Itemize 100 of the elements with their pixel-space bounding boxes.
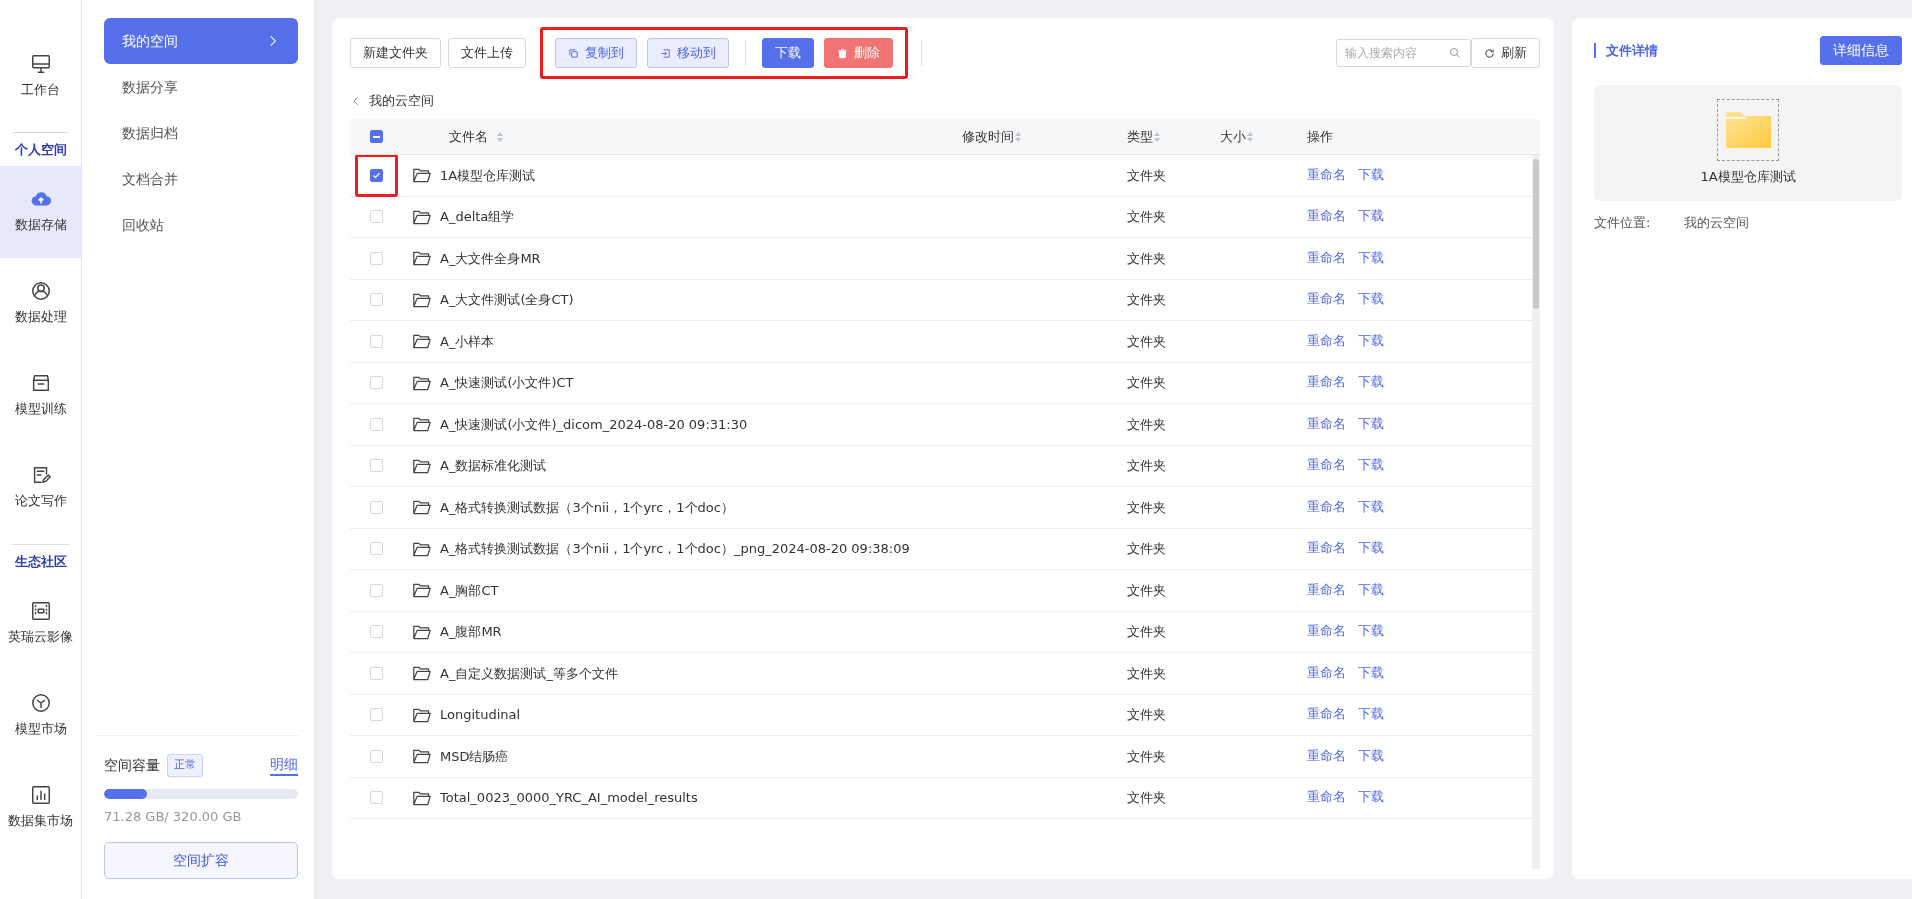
action-link[interactable]: 下载 (1358, 746, 1384, 766)
file-type: 文件夹 (1127, 458, 1166, 473)
file-name[interactable]: Longitudinal (440, 705, 521, 725)
file-name[interactable]: A_格式转换测试数据（3个nii，1个yrc，1个doc）_png_2024-08-20 09:38:09 (440, 539, 910, 559)
action-link[interactable]: 重命名 (1307, 290, 1346, 310)
nav-item[interactable]: 数据集市场 (0, 761, 81, 854)
folder-icon (412, 498, 432, 517)
action-link[interactable]: 下载 (1358, 705, 1384, 725)
action-link[interactable]: 重命名 (1307, 622, 1346, 642)
file-type: 文件夹 (1127, 375, 1166, 390)
panel-title: 文件详情 (1594, 43, 1658, 58)
folder-icon (412, 581, 432, 600)
search-field[interactable]: 输入搜索内容 (1335, 39, 1471, 67)
action-link[interactable]: 重命名 (1307, 497, 1346, 517)
refresh-button[interactable]: 刷新 (1471, 38, 1540, 68)
file-name[interactable]: 1A模型仓库测试 (440, 165, 536, 185)
file-name[interactable]: A_快速测试(小文件)CT (440, 373, 574, 393)
menu-item[interactable]: 回收站 (104, 202, 298, 248)
action-link[interactable]: 下载 (1358, 331, 1384, 351)
file-name[interactable]: A_数据标准化测试 (440, 456, 547, 476)
row-checkbox[interactable] (369, 168, 383, 182)
toolbar-button[interactable]: 新建文件夹 (350, 38, 441, 68)
file-name[interactable]: A_delta组学 (440, 207, 515, 227)
action-link[interactable]: 重命名 (1307, 165, 1346, 185)
file-type: 文件夹 (1127, 250, 1166, 266)
action-link[interactable]: 重命名 (1307, 373, 1346, 393)
action-link[interactable]: 重命名 (1307, 248, 1346, 268)
action-link[interactable]: 下载 (1358, 788, 1384, 808)
file-name[interactable]: MSD结肠癌 (440, 746, 509, 766)
action-link[interactable]: 重命名 (1307, 414, 1346, 434)
detail-info-button[interactable]: 详细信息 (1820, 36, 1902, 65)
file-name[interactable]: A_大文件测试(全身CT) (440, 290, 574, 310)
file-name[interactable]: A_腹部MR (440, 622, 502, 642)
action-link[interactable]: 下载 (1358, 539, 1384, 559)
check-icon (371, 170, 381, 180)
file-type: 文件夹 (1127, 582, 1166, 598)
toolbar-button[interactable]: 复制到 (555, 38, 637, 68)
file-type: 文件夹 (1127, 541, 1166, 556)
action-link[interactable]: 重命名 (1307, 456, 1346, 476)
folder-icon (412, 747, 432, 766)
file-type: 文件夹 (1127, 499, 1166, 515)
nav-item[interactable]: 模型市场 (0, 669, 81, 762)
section-heading: 生态社区 (12, 543, 69, 578)
file-name[interactable]: A_大文件全身MR (440, 248, 541, 268)
nav-item[interactable]: 工作台 (0, 30, 81, 122)
storage-label: 空间容量 (104, 755, 160, 775)
folder-icon (412, 249, 432, 268)
toolbar-button[interactable]: 下载 (762, 38, 814, 68)
scrollbar-thumb[interactable] (1533, 159, 1539, 309)
file-name[interactable]: A_格式转换测试数据（3个nii，1个yrc，1个doc） (440, 497, 734, 517)
nav-item[interactable]: 数据存储 (0, 165, 81, 258)
folder-icon (412, 332, 432, 351)
menu-item[interactable]: 我的空间 (104, 18, 298, 64)
detail-link[interactable]: 明细 (270, 754, 298, 777)
action-link[interactable]: 重命名 (1307, 207, 1346, 227)
file-name[interactable]: Total_0023_0000_YRC_AI_model_results (440, 788, 698, 808)
monitor-icon (29, 52, 52, 75)
action-link[interactable]: 重命名 (1307, 746, 1346, 766)
action-link[interactable]: 下载 (1358, 497, 1384, 517)
section-heading: 个人空间 (12, 132, 69, 166)
action-link[interactable]: 下载 (1358, 414, 1384, 434)
menu-item[interactable]: 数据分享 (104, 64, 298, 110)
file-type: 文件夹 (1127, 416, 1166, 432)
file-type: 文件夹 (1127, 209, 1166, 224)
file-name[interactable]: A_快速测试(小文件)_dicom_2024-08-20 09:31:30 (440, 414, 748, 434)
menu-item[interactable]: 文档合并 (104, 156, 298, 202)
action-link[interactable]: 重命名 (1307, 580, 1346, 600)
select-all-checkbox[interactable] (369, 130, 383, 143)
action-link[interactable]: 下载 (1358, 165, 1384, 185)
file-name[interactable]: A_胸部CT (440, 580, 499, 600)
toolbar-button[interactable]: 删除 (824, 38, 893, 68)
file-type: 文件夹 (1127, 707, 1166, 722)
action-link[interactable]: 重命名 (1307, 331, 1346, 351)
file-type: 文件夹 (1127, 748, 1166, 764)
nav-item[interactable]: 数据处理 (0, 257, 81, 350)
action-link[interactable]: 下载 (1358, 663, 1384, 683)
expand-button[interactable]: 空间扩容 (104, 842, 298, 879)
menu-item[interactable]: 数据归档 (104, 110, 298, 156)
action-link[interactable]: 重命名 (1307, 705, 1346, 725)
action-link[interactable]: 重命名 (1307, 788, 1346, 808)
column-header: 文件名 (449, 127, 488, 146)
film-frame-icon (29, 600, 52, 623)
action-link[interactable]: 重命名 (1307, 663, 1346, 683)
action-link[interactable]: 下载 (1358, 580, 1384, 600)
toolbar-button[interactable]: 文件上传 (447, 38, 526, 68)
nav-item[interactable]: 英瑞云影像 (0, 577, 81, 670)
action-link[interactable]: 下载 (1358, 248, 1384, 268)
action-link[interactable]: 下载 (1358, 622, 1384, 642)
folder-icon (412, 664, 432, 683)
action-link[interactable]: 下载 (1358, 290, 1384, 310)
file-name[interactable]: A_自定义数据测试_等多个文件 (440, 663, 618, 683)
action-link[interactable]: 重命名 (1307, 539, 1346, 559)
file-type: 文件夹 (1127, 167, 1166, 183)
action-link[interactable]: 下载 (1358, 373, 1384, 393)
file-name[interactable]: A_小样本 (440, 331, 495, 351)
nav-item[interactable]: 模型训练 (0, 349, 81, 442)
action-link[interactable]: 下载 (1358, 456, 1384, 476)
toolbar-button[interactable]: 移动到 (647, 38, 729, 68)
action-link[interactable]: 下载 (1358, 207, 1384, 227)
nav-item[interactable]: 论文写作 (0, 441, 81, 534)
